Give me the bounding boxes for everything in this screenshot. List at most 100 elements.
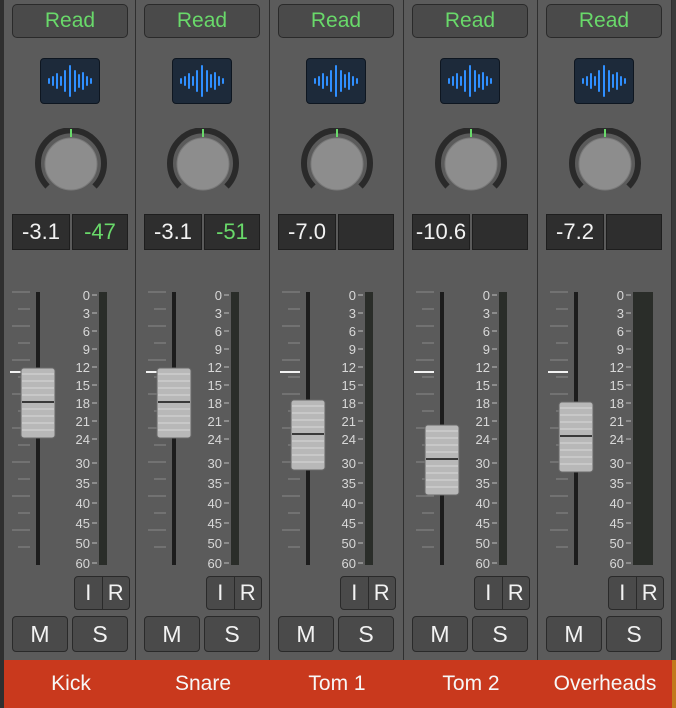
record-enable-button[interactable]: R [503, 577, 530, 609]
track-name[interactable]: Tom 1 [270, 660, 404, 708]
meter-scale-label: 18 [342, 396, 356, 411]
meter-scale-label: 18 [610, 396, 624, 411]
meter-scale-label: 12 [342, 360, 356, 375]
record-enable-button[interactable]: R [235, 577, 262, 609]
automation-mode-button[interactable]: Read [144, 4, 260, 38]
instrument-plugin-button[interactable] [40, 58, 100, 104]
channel-strip: Read -7.0 0 3 6 9 12 15 18 21 24 30 35 40 45 50 60 [270, 0, 404, 708]
fader-and-meter: 0 3 6 9 12 15 18 21 24 30 35 40 45 50 60 [10, 288, 107, 571]
meter-scale-label: 40 [76, 496, 90, 511]
mute-button[interactable]: M [144, 616, 200, 652]
instrument-plugin-button[interactable] [574, 58, 634, 104]
solo-button[interactable]: S [72, 616, 128, 652]
record-enable-button[interactable]: R [369, 577, 396, 609]
meter-scale-label: 60 [76, 556, 90, 571]
peak-readout[interactable]: -47 [72, 214, 128, 250]
volume-readout[interactable]: -10.6 [412, 214, 470, 250]
meter-scale-label: 45 [208, 516, 222, 531]
meter-scale-label: 0 [483, 288, 490, 303]
meter-scale-label: 60 [208, 556, 222, 571]
meter-scale-label: 0 [617, 288, 624, 303]
pan-knob[interactable] [569, 128, 641, 200]
automation-mode-button[interactable]: Read [12, 4, 128, 38]
track-name[interactable]: Snare [136, 660, 270, 708]
mute-button[interactable]: M [546, 616, 602, 652]
pan-knob[interactable] [35, 128, 107, 200]
meter-scale-label: 40 [476, 496, 490, 511]
record-enable-button[interactable]: R [103, 577, 130, 609]
meter-scale-label: 6 [83, 324, 90, 339]
pan-knob[interactable] [435, 128, 507, 200]
meter-scale-label: 30 [476, 456, 490, 471]
solo-button[interactable]: S [472, 616, 528, 652]
meter-scale-label: 50 [76, 536, 90, 551]
track-name[interactable]: Kick [4, 660, 138, 708]
meter-scale-label: 40 [208, 496, 222, 511]
volume-readout[interactable]: -3.1 [144, 214, 202, 250]
meter-scale-label: 0 [215, 288, 222, 303]
peak-readout[interactable] [338, 214, 394, 250]
mute-button[interactable]: M [278, 616, 334, 652]
meter-scale-label: 50 [610, 536, 624, 551]
waveform-icon [48, 65, 92, 97]
instrument-plugin-button[interactable] [440, 58, 500, 104]
level-meter [365, 292, 373, 565]
fader-and-meter: 0 3 6 9 12 15 18 21 24 30 35 40 45 50 60 [548, 288, 653, 571]
meter-scale-label: 21 [76, 414, 90, 429]
input-monitor-button[interactable]: I [341, 577, 368, 609]
meter-scale-label: 3 [617, 306, 624, 321]
meter-scale-label: 40 [610, 496, 624, 511]
input-monitor-button[interactable]: I [75, 577, 102, 609]
meter-scale-label: 3 [215, 306, 222, 321]
meter-scale-label: 35 [476, 476, 490, 491]
waveform-icon [180, 65, 224, 97]
volume-readout[interactable]: -3.1 [12, 214, 70, 250]
volume-fader-cap[interactable] [290, 399, 326, 471]
meter-scale-label: 40 [342, 496, 356, 511]
peak-readout[interactable] [606, 214, 662, 250]
meter-scale-label: 12 [610, 360, 624, 375]
channel-strip: Read -3.1 -47 0 3 6 9 12 15 18 21 24 30 35 40 45 50 60 [0, 0, 138, 708]
track-name[interactable]: Tom 2 [404, 660, 538, 708]
meter-scale-label: 30 [342, 456, 356, 471]
meter-scale-label: 30 [208, 456, 222, 471]
instrument-plugin-button[interactable] [306, 58, 366, 104]
solo-button[interactable]: S [606, 616, 662, 652]
volume-fader-cap[interactable] [424, 424, 460, 496]
meter-scale-label: 50 [208, 536, 222, 551]
meter-scale-label: 18 [476, 396, 490, 411]
solo-button[interactable]: S [338, 616, 394, 652]
automation-mode-button[interactable]: Read [546, 4, 662, 38]
volume-fader-cap[interactable] [156, 367, 192, 439]
meter-scale-label: 30 [610, 456, 624, 471]
mute-button[interactable]: M [12, 616, 68, 652]
meter-scale-label: 12 [476, 360, 490, 375]
meter-scale-label: 12 [76, 360, 90, 375]
peak-readout[interactable] [472, 214, 528, 250]
automation-mode-button[interactable]: Read [412, 4, 528, 38]
meter-scale-label: 9 [215, 342, 222, 357]
pan-knob[interactable] [167, 128, 239, 200]
meter-scale-label: 9 [349, 342, 356, 357]
meter-scale-label: 35 [342, 476, 356, 491]
volume-fader-cap[interactable] [558, 401, 594, 473]
volume-fader-cap[interactable] [20, 367, 56, 439]
record-enable-button[interactable]: R [637, 577, 664, 609]
instrument-plugin-button[interactable] [172, 58, 232, 104]
meter-scale-label: 6 [483, 324, 490, 339]
meter-scale-label: 15 [476, 378, 490, 393]
input-monitor-button[interactable]: I [475, 577, 502, 609]
input-monitor-button[interactable]: I [207, 577, 234, 609]
automation-mode-button[interactable]: Read [278, 4, 394, 38]
meter-scale-label: 24 [476, 432, 490, 447]
volume-readout[interactable]: -7.0 [278, 214, 336, 250]
input-monitor-button[interactable]: I [609, 577, 636, 609]
solo-button[interactable]: S [204, 616, 260, 652]
pan-knob[interactable] [301, 128, 373, 200]
meter-scale-label: 35 [76, 476, 90, 491]
volume-readout[interactable]: -7.2 [546, 214, 604, 250]
mute-button[interactable]: M [412, 616, 468, 652]
meter-scale-label: 3 [349, 306, 356, 321]
track-name[interactable]: Overheads [538, 660, 672, 708]
peak-readout[interactable]: -51 [204, 214, 260, 250]
